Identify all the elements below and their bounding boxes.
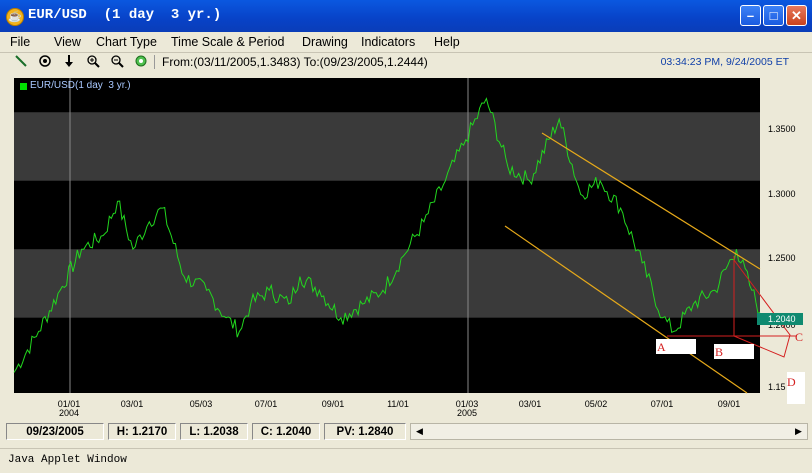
- menu-indicators[interactable]: Indicators: [361, 35, 415, 49]
- y-tick-label: 1.3000: [768, 189, 796, 199]
- y-tick-label: 1.15: [768, 382, 786, 392]
- minimize-button[interactable]: –: [740, 5, 761, 26]
- x-tick-label: 05/02: [585, 399, 608, 409]
- y-tick-label: 1.3500: [768, 124, 796, 134]
- scroll-left-icon[interactable]: ◀: [412, 424, 427, 439]
- annotation-label-a: A: [657, 340, 666, 354]
- status-pv: PV: 1.2840: [324, 423, 406, 440]
- menu-help[interactable]: Help: [434, 35, 460, 49]
- range-readout: From:(03/11/2005,1.3483) To:(09/23/2005,…: [162, 55, 428, 69]
- x-year-label: 2005: [457, 408, 477, 418]
- menu-drawing[interactable]: Drawing: [302, 35, 348, 49]
- annotation-label-d: D: [787, 375, 796, 389]
- annotation-label-c: C: [795, 330, 803, 344]
- toolbar-separator: [154, 55, 155, 69]
- menu-file[interactable]: File: [10, 35, 30, 49]
- x-tick-label: 03/01: [519, 399, 542, 409]
- toolbar: From:(03/11/2005,1.3483) To:(09/23/2005,…: [0, 52, 812, 71]
- y-tick-label: 1.2500: [768, 253, 796, 263]
- draw-line-icon[interactable]: [14, 54, 28, 68]
- reset-icon[interactable]: [134, 54, 148, 68]
- x-tick-label: 11/01: [387, 399, 409, 409]
- close-button[interactable]: ✕: [786, 5, 807, 26]
- annotation-label-b: B: [715, 345, 723, 359]
- x-axis: 01/01 2004 03/01 05/03 07/01 09/01 11/01…: [58, 399, 741, 418]
- x-year-label: 2004: [59, 408, 79, 418]
- menu-chart-type[interactable]: Chart Type: [96, 35, 157, 49]
- horizontal-scrollbar[interactable]: ◀ ▶: [410, 423, 808, 440]
- x-tick-label: 07/01: [651, 399, 674, 409]
- timestamp: 03:34:23 PM, 9/24/2005 ET: [660, 56, 789, 68]
- java-coffee-icon: ☕: [6, 8, 24, 26]
- status-close: C: 1.2040: [252, 423, 320, 440]
- x-tick-label: 09/01: [718, 399, 741, 409]
- status-low: L: 1.2038: [180, 423, 248, 440]
- legend-label: EUR/USD(1 day 3 yr.): [30, 80, 131, 91]
- crosshair-icon[interactable]: [38, 54, 52, 68]
- status-bar: 09/23/2005 H: 1.2170 L: 1.2038 C: 1.2040…: [0, 421, 812, 443]
- y-axis: 1.3500 1.3000 1.2500 1.2000 1.2040 1.15: [757, 124, 803, 392]
- x-tick-label: 09/01: [322, 399, 345, 409]
- x-tick-label: 07/01: [255, 399, 278, 409]
- status-date: 09/23/2005: [6, 423, 104, 440]
- price-chart[interactable]: A B C D 1.3500 1.3000 1.2500 1.2000 1.20…: [5, 70, 812, 420]
- applet-window-label: Java Applet Window: [8, 454, 127, 466]
- price-band: [14, 112, 760, 181]
- applet-footer: Java Applet Window: [0, 448, 812, 473]
- x-tick-label: 05/03: [190, 399, 213, 409]
- zoom-in-icon[interactable]: [86, 54, 100, 68]
- legend-swatch: [20, 83, 27, 90]
- title-bar: ☕ EUR/USD (1 day 3 yr.) – □ ✕: [0, 0, 812, 32]
- menu-view[interactable]: View: [54, 35, 81, 49]
- menu-bar: File View Chart Type Time Scale & Period…: [0, 32, 812, 52]
- x-tick-label: 03/01: [121, 399, 144, 409]
- zoom-out-icon[interactable]: [110, 54, 124, 68]
- scroll-right-icon[interactable]: ▶: [791, 424, 806, 439]
- status-high: H: 1.2170: [108, 423, 176, 440]
- last-price-label: 1.2040: [768, 314, 796, 324]
- menu-time-scale[interactable]: Time Scale & Period: [171, 35, 284, 49]
- window-title: EUR/USD (1 day 3 yr.): [28, 7, 222, 23]
- maximize-button[interactable]: □: [763, 5, 784, 26]
- chart-panel[interactable]: A B C D 1.3500 1.3000 1.2500 1.2000 1.20…: [5, 70, 812, 420]
- download-icon[interactable]: [62, 54, 76, 68]
